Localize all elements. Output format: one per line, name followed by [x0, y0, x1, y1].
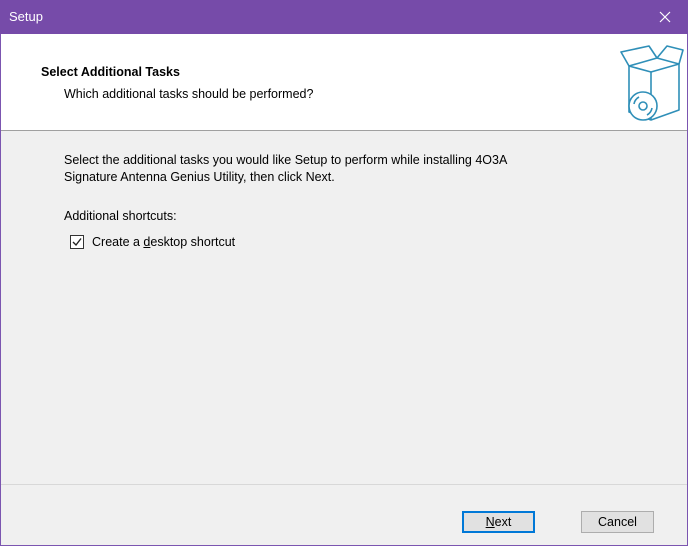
install-box-icon — [620, 45, 684, 121]
page-subtitle: Which additional tasks should be perform… — [64, 87, 314, 101]
description: Select the additional tasks you would li… — [64, 152, 654, 186]
page-title: Select Additional Tasks — [41, 65, 180, 79]
next-button[interactable]: Next — [462, 511, 535, 533]
close-icon — [659, 11, 671, 23]
setup-window: Setup Select Additional Tasks Which addi… — [0, 0, 688, 546]
description-line: Signature Antenna Genius Utility, then c… — [64, 170, 335, 184]
description-line: Select the additional tasks you would li… — [64, 153, 508, 167]
button-bar: Next Cancel — [1, 484, 687, 546]
desktop-shortcut-checkbox-row[interactable]: Create a desktop shortcut — [70, 235, 235, 249]
shortcuts-label: Additional shortcuts: — [64, 209, 177, 223]
close-button[interactable] — [642, 0, 688, 34]
cancel-button[interactable]: Cancel — [581, 511, 654, 533]
desktop-shortcut-label: Create a desktop shortcut — [92, 235, 236, 249]
desktop-shortcut-checkbox[interactable] — [70, 235, 84, 249]
title-bar: Setup — [0, 0, 688, 34]
window-title: Setup — [9, 9, 43, 24]
content-area: Select the additional tasks you would li… — [1, 131, 687, 484]
wizard-header: Select Additional Tasks Which additional… — [1, 34, 687, 131]
